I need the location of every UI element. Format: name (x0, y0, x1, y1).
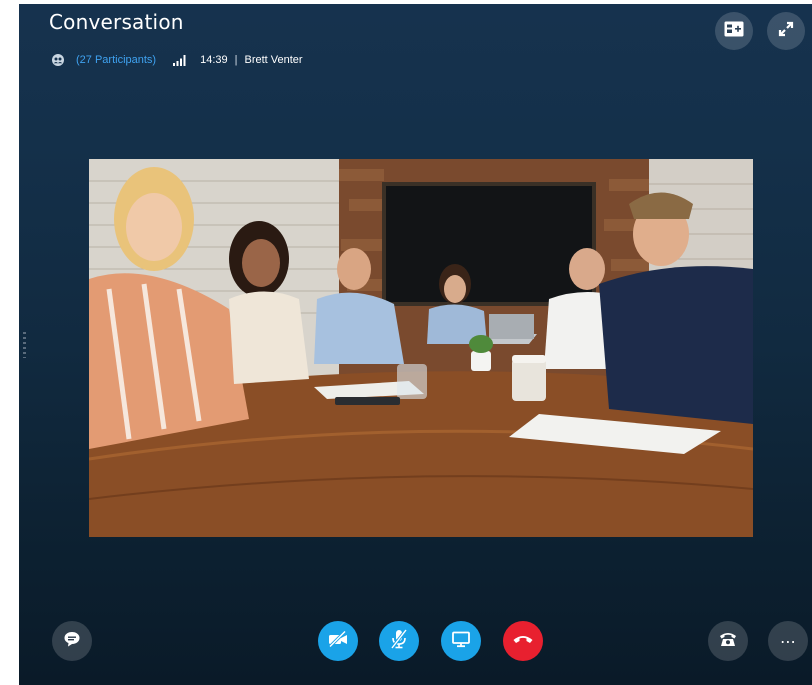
window-title: Conversation (49, 10, 184, 34)
phone-icon (718, 630, 738, 653)
separator: | (234, 54, 238, 66)
call-info-bar: (27 Participants) 14:39 | Brett Venter (51, 53, 303, 67)
fullscreen-button[interactable] (767, 12, 805, 50)
caller-name: Brett Venter (244, 54, 303, 66)
share-screen-button[interactable] (441, 621, 481, 661)
more-options-button[interactable]: ⋯ (768, 621, 808, 661)
chat-bubble-icon (63, 630, 81, 653)
mute-button[interactable] (379, 621, 419, 661)
signal-strength-icon (172, 54, 188, 66)
meeting-room-image (89, 159, 753, 537)
people-icon[interactable] (51, 54, 65, 66)
expand-icon (778, 21, 794, 42)
video-off-icon (327, 629, 349, 653)
panel-resize-grip[interactable] (23, 332, 26, 358)
hang-up-button[interactable] (503, 621, 543, 661)
participants-link[interactable]: (27 Participants) (76, 54, 156, 66)
screen-share-icon (451, 630, 471, 653)
call-duration: 14:39 (200, 54, 228, 66)
video-toggle-button[interactable] (318, 621, 358, 661)
call-window: Conversation (27 Participants) 14:39 | B… (19, 4, 812, 685)
mic-off-icon (389, 628, 409, 655)
chat-button[interactable] (52, 621, 92, 661)
hang-up-icon (512, 632, 534, 650)
dial-pad-button[interactable] (708, 621, 748, 661)
layout-toggle-button[interactable] (715, 12, 753, 50)
video-feed (89, 159, 753, 537)
layout-toggle-icon (724, 21, 744, 42)
more-icon: ⋯ (780, 631, 796, 651)
